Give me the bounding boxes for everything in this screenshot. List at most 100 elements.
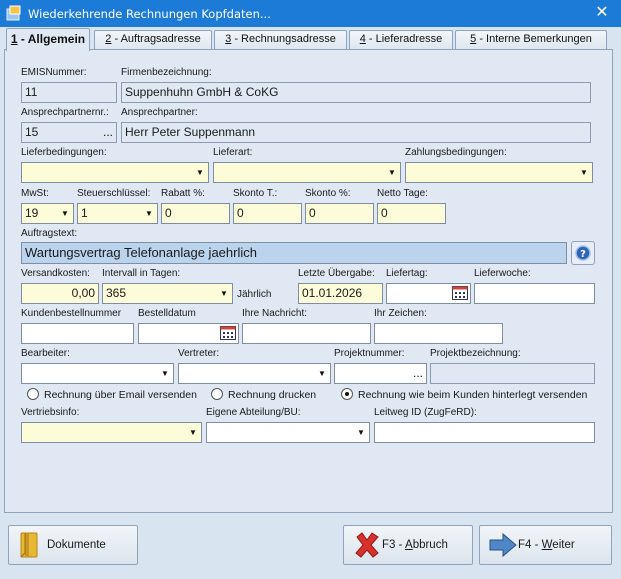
rabatt-label: Rabatt %: [161, 188, 205, 199]
skonto-prozent-field[interactable]: 0 [305, 203, 374, 224]
liefertag-field[interactable] [386, 283, 471, 304]
weiter-button[interactable]: F4 - Weiter [479, 525, 612, 565]
lieferbedingungen-select[interactable]: ▼ [21, 162, 209, 183]
chevron-down-icon[interactable]: ▼ [157, 364, 173, 383]
auftragstext-field[interactable]: Wartungsvertrag Telefonanlage jaehrlich [21, 242, 567, 264]
netto-tage-label: Netto Tage: [377, 188, 428, 199]
vertriebsinfo-select[interactable]: ▼ [21, 422, 202, 443]
abteilung-label: Eigene Abteilung/BU: [206, 407, 301, 418]
rabatt-field[interactable]: 0 [161, 203, 230, 224]
kundenbestellnummer-field[interactable] [21, 323, 134, 344]
intervall-select[interactable]: 365 ▼ [102, 283, 233, 304]
svg-text:?: ? [580, 249, 586, 260]
projektbezeichnung-label: Projektbezeichnung: [430, 348, 521, 359]
tab-allgemein[interactable]: 1 - Allgemein [6, 28, 90, 51]
netto-tage-field[interactable]: 0 [377, 203, 446, 224]
steuerschluessel-select[interactable]: 1 ▼ [77, 203, 158, 224]
ihre-nachricht-label: Ihre Nachricht: [242, 308, 308, 319]
bearbeiter-select[interactable]: ▼ [21, 363, 174, 384]
folder-icon [20, 532, 38, 558]
versandkosten-field[interactable]: 0,00 [21, 283, 99, 304]
radio-kunde[interactable]: Rechnung wie beim Kunden hinterlegt vers… [341, 388, 587, 401]
dokumente-button[interactable]: Dokumente [8, 525, 138, 565]
lieferwoche-field[interactable] [474, 283, 595, 304]
abbruch-button[interactable]: F3 - Abbruch [343, 525, 473, 565]
ansprechpartnernr-label: Ansprechpartnernr.: [21, 107, 109, 118]
ihr-zeichen-field[interactable] [374, 323, 503, 344]
vertreter-select[interactable]: ▼ [178, 363, 331, 384]
lookup-dots-button[interactable]: ... [103, 123, 113, 142]
kundenbestellnummer-label: Kundenbestellnummer [21, 308, 122, 319]
mwst-label: MwSt: [21, 188, 49, 199]
lieferwoche-label: Lieferwoche: [474, 268, 531, 279]
ansprechpartner-label: Ansprechpartner: [121, 107, 198, 118]
tab-panel-allgemein: EMISNummer: 11 Firmenbezeichnung: Suppen… [4, 49, 613, 513]
radio-drucken[interactable]: Rechnung drucken [211, 388, 316, 401]
window-title: Wiederkehrende Rechnungen Kopfdaten... [28, 7, 271, 21]
chevron-down-icon[interactable]: ▼ [192, 163, 208, 182]
bestelldatum-label: Bestelldatum [138, 308, 196, 319]
zahlungsbedingungen-select[interactable]: ▼ [405, 162, 593, 183]
cancel-x-icon [355, 532, 379, 558]
button-bar: Dokumente F3 - Abbruch F4 - Weiter [0, 517, 621, 579]
letzte-uebergabe-label: Letzte Übergabe: [298, 268, 375, 279]
lieferart-label: Lieferart: [213, 147, 253, 158]
chevron-down-icon[interactable]: ▼ [576, 163, 592, 182]
arrow-right-icon [489, 532, 517, 558]
skonto-prozent-label: Skonto %: [305, 188, 351, 199]
steuerschluessel-label: Steuerschlüssel: [77, 188, 151, 199]
radio-circle[interactable] [27, 388, 39, 400]
ansprechpartner-field[interactable]: Herr Peter Suppenmann [121, 122, 591, 143]
firma-label: Firmenbezeichnung: [121, 67, 212, 78]
tab-lieferadresse[interactable]: 4 - Lieferadresse [349, 30, 453, 49]
chevron-down-icon[interactable]: ▼ [353, 423, 369, 442]
projektnummer-label: Projektnummer: [334, 348, 405, 359]
versandkosten-label: Versandkosten: [21, 268, 90, 279]
chevron-down-icon[interactable]: ▼ [185, 423, 201, 442]
firma-field[interactable]: Suppenhuhn GmbH & CoKG [121, 82, 591, 103]
lookup-dots-button[interactable]: ... [413, 364, 423, 383]
ihr-zeichen-label: Ihr Zeichen: [374, 308, 427, 319]
chevron-down-icon[interactable]: ▼ [314, 364, 330, 383]
auftragstext-label: Auftragstext: [21, 228, 78, 239]
bestelldatum-field[interactable] [138, 323, 239, 344]
ansprechpartnernr-field[interactable]: 15 ... [21, 122, 117, 143]
leitweg-field[interactable] [374, 422, 595, 443]
skonto-tage-label: Skonto T.: [233, 188, 278, 199]
help-button[interactable]: ? [571, 241, 595, 265]
liefertag-label: Liefertag: [386, 268, 428, 279]
ihre-nachricht-field[interactable] [242, 323, 371, 344]
abteilung-select[interactable]: ▼ [206, 422, 370, 443]
chevron-down-icon[interactable]: ▼ [141, 204, 157, 223]
help-icon: ? [575, 245, 591, 261]
emis-label: EMISNummer: [21, 67, 87, 78]
radio-circle-selected[interactable] [341, 388, 353, 400]
letzte-uebergabe-field[interactable]: 01.01.2026 [298, 283, 383, 304]
jaehrlich-label: Jährlich [237, 289, 272, 300]
chevron-down-icon[interactable]: ▼ [57, 204, 73, 223]
mwst-select[interactable]: 19 ▼ [21, 203, 74, 224]
title-bar: Wiederkehrende Rechnungen Kopfdaten... ✕ [0, 0, 621, 27]
projektnummer-field[interactable]: ... [334, 363, 427, 384]
app-icon [6, 5, 21, 21]
emis-field[interactable]: 11 [21, 82, 117, 103]
tab-interne-bemerkungen[interactable]: 5 - Interne Bemerkungen [455, 30, 607, 49]
chevron-down-icon[interactable]: ▼ [216, 284, 232, 303]
lieferbedingungen-label: Lieferbedingungen: [21, 147, 107, 158]
calendar-icon[interactable] [452, 286, 468, 300]
calendar-icon[interactable] [220, 326, 236, 340]
tab-auftragsadresse[interactable]: 2 - Auftragsadresse [94, 30, 212, 49]
zahlungsbedingungen-label: Zahlungsbedingungen: [405, 147, 507, 158]
leitweg-label: Leitweg ID (ZugFeRD): [374, 407, 477, 418]
close-icon[interactable]: ✕ [593, 3, 611, 23]
chevron-down-icon[interactable]: ▼ [384, 163, 400, 182]
lieferart-select[interactable]: ▼ [213, 162, 401, 183]
vertreter-label: Vertreter: [178, 348, 220, 359]
projektbezeichnung-field[interactable] [430, 363, 595, 384]
radio-circle[interactable] [211, 388, 223, 400]
skonto-tage-field[interactable]: 0 [233, 203, 302, 224]
bearbeiter-label: Bearbeiter: [21, 348, 70, 359]
radio-email[interactable]: Rechnung über Email versenden [27, 388, 197, 401]
tab-strip: 1 - Allgemein 2 - Auftragsadresse 3 - Re… [4, 28, 615, 51]
tab-rechnungsadresse[interactable]: 3 - Rechnungsadresse [214, 30, 347, 49]
